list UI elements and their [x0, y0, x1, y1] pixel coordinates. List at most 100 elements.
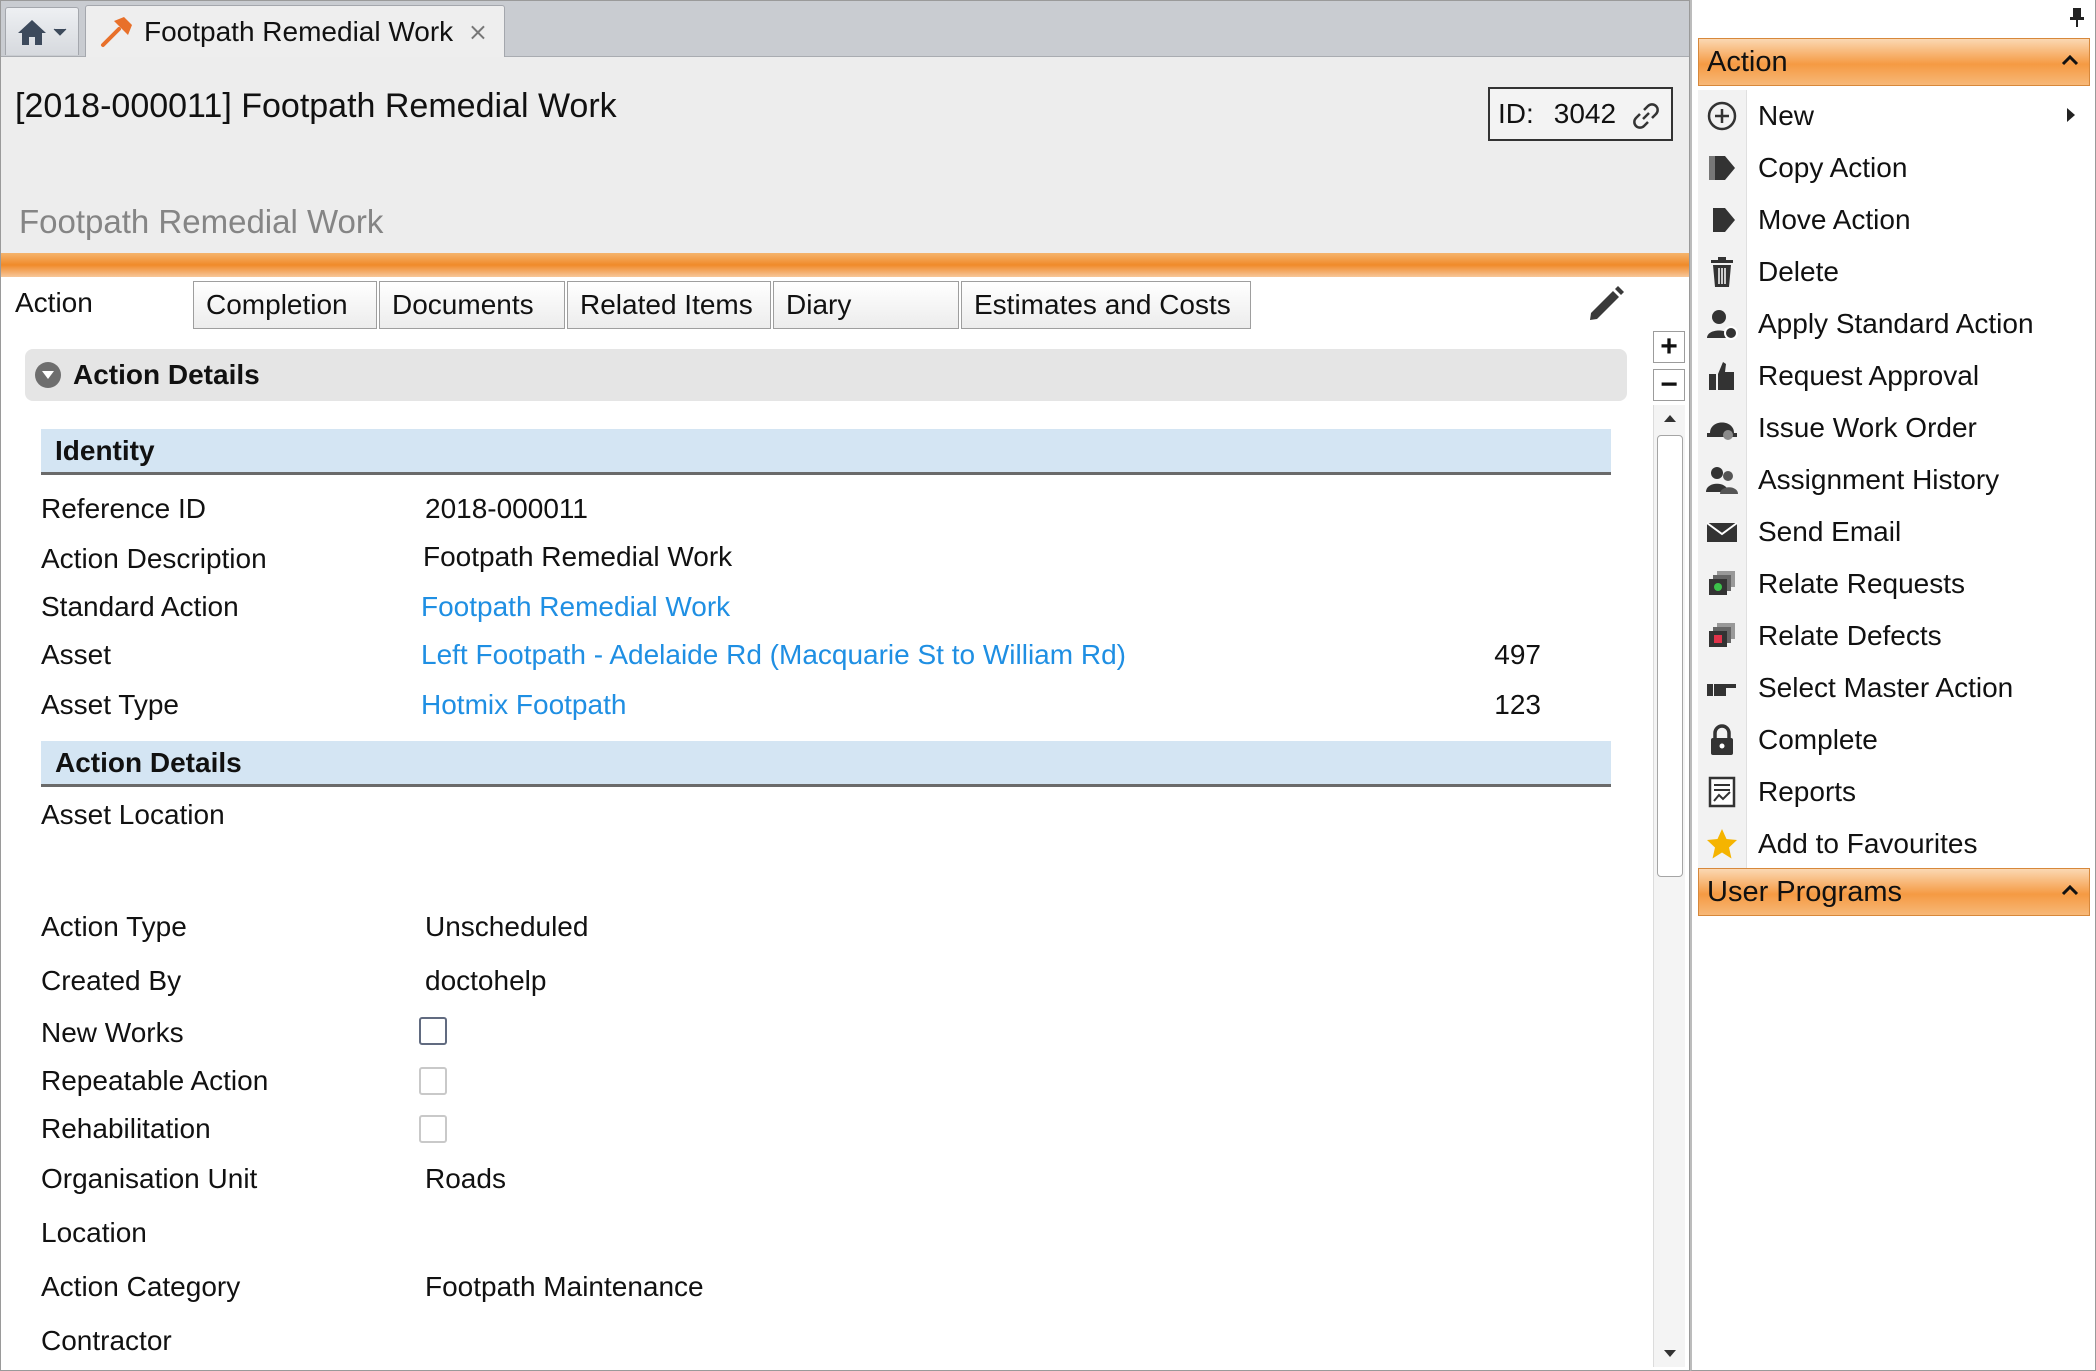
menu-item-add-to-favourites[interactable]: Add to Favourites — [1698, 818, 2090, 870]
stack-green-icon — [1709, 571, 1735, 595]
action-details-group-header: Action Details — [41, 741, 1611, 787]
menu-item-issue-work-order[interactable]: Issue Work Order — [1698, 402, 2090, 454]
action-panel-title: Action — [1707, 45, 1788, 78]
form-content: Action Details Identity Reference ID 201… — [1, 329, 1651, 1370]
reference-id-value: 2018-000011 — [425, 493, 588, 524]
home-icon — [18, 19, 46, 45]
plus-circle-icon — [1707, 101, 1737, 131]
tab-action[interactable]: Action — [1, 277, 191, 329]
collapse-toggle-icon[interactable] — [35, 362, 61, 388]
chevron-up-icon[interactable] — [2061, 53, 2079, 67]
reference-id-label: Reference ID — [41, 493, 206, 524]
user-programs-title: User Programs — [1707, 875, 1902, 908]
menu-item-label: Relate Defects — [1758, 620, 1942, 651]
menu-item-assignment-history[interactable]: Assignment History — [1698, 454, 2090, 506]
scrollbar-thumb[interactable] — [1657, 435, 1683, 877]
action-panel-header[interactable]: Action — [1698, 38, 2090, 86]
thumbs-up-icon — [1709, 362, 1734, 390]
contractor-label: Contractor — [41, 1325, 172, 1356]
envelope-icon — [1706, 522, 1738, 542]
id-label: ID: — [1498, 98, 1534, 129]
tab-completion[interactable]: Completion — [193, 281, 377, 329]
menu-item-relate-requests[interactable]: Relate Requests — [1698, 558, 2090, 610]
menu-item-reports[interactable]: Reports — [1698, 766, 2090, 818]
report-icon — [1708, 776, 1736, 808]
menu-item-send-email[interactable]: Send Email — [1698, 506, 2090, 558]
collapse-all-button[interactable]: − — [1653, 369, 1685, 401]
organisation-unit-value: Roads — [425, 1163, 506, 1194]
location-label: Location — [41, 1217, 147, 1248]
tab-estimates-and-costs[interactable]: Estimates and Costs — [961, 281, 1251, 329]
new-works-label: New Works — [41, 1017, 184, 1048]
menu-item-relate-defects[interactable]: Relate Defects — [1698, 610, 2090, 662]
rehabilitation-label: Rehabilitation — [41, 1113, 211, 1144]
pin-icon[interactable] — [2069, 6, 2085, 28]
record-subtitle: Footpath Remedial Work — [19, 203, 384, 240]
menu-item-apply-standard-action[interactable]: Apply Standard Action — [1698, 298, 2090, 350]
tab-documents[interactable]: Documents — [379, 281, 565, 329]
menu-item-copy-action[interactable]: Copy Action — [1698, 142, 2090, 194]
menu-item-label: Assignment History — [1758, 464, 2000, 495]
stack-red-icon — [1709, 623, 1735, 647]
link-icon[interactable] — [1631, 101, 1661, 131]
lock-icon — [1711, 724, 1733, 755]
action-type-value: Unscheduled — [425, 911, 589, 942]
menu-item-delete[interactable]: Delete — [1698, 246, 2090, 298]
menu-item-label: Complete — [1758, 724, 1878, 755]
main-pane: Footpath Remedial Work × [2018-000011] F… — [0, 0, 1690, 1371]
repeatable-action-checkbox[interactable] — [419, 1067, 447, 1095]
asset-number: 497 — [1494, 639, 1541, 670]
menu-item-label: Add to Favourites — [1758, 828, 1978, 859]
action-category-value: Footpath Maintenance — [425, 1271, 704, 1302]
action-description-label: Action Description — [41, 543, 267, 574]
tab-related-items[interactable]: Related Items — [567, 281, 771, 329]
asset-link[interactable]: Left Footpath - Adelaide Rd (Macquarie S… — [421, 639, 1126, 671]
menu-item-label: New — [1758, 100, 1815, 131]
user-programs-panel-header[interactable]: User Programs — [1698, 868, 2090, 916]
document-tab[interactable]: Footpath Remedial Work × — [85, 5, 505, 58]
menu-item-new[interactable]: New — [1698, 90, 2090, 142]
menu-item-select-master-action[interactable]: Select Master Action — [1698, 662, 2090, 714]
accent-divider — [1, 253, 1689, 277]
scroll-up-arrow-icon[interactable] — [1663, 413, 1677, 423]
organisation-unit-label: Organisation Unit — [41, 1163, 258, 1194]
menu-item-label: Delete — [1758, 256, 1839, 287]
menu-item-request-approval[interactable]: Request Approval — [1698, 350, 2090, 402]
chevron-up-icon[interactable] — [2061, 883, 2079, 897]
hammer-icon — [101, 17, 132, 47]
tab-diary[interactable]: Diary — [773, 281, 959, 329]
scroll-down-arrow-icon[interactable] — [1663, 1349, 1677, 1359]
menu-item-label: Apply Standard Action — [1758, 308, 2034, 339]
move-action-icon — [1713, 208, 1735, 232]
page-title: [2018-000011] Footpath Remedial Work — [15, 87, 617, 125]
star-icon — [1707, 829, 1737, 859]
menu-item-label: Reports — [1758, 776, 1857, 807]
user-gear-icon — [1707, 310, 1738, 340]
trash-icon — [1711, 257, 1733, 287]
pencil-icon[interactable] — [1585, 283, 1625, 323]
action-side-panel: Action New Copy Action Move Action Delet… — [1690, 0, 2096, 1371]
asset-type-number: 123 — [1494, 689, 1541, 720]
menu-item-label: Copy Action — [1758, 152, 1908, 183]
asset-type-link[interactable]: Hotmix Footpath — [421, 689, 626, 721]
hard-hat-icon — [1707, 422, 1737, 440]
menu-item-move-action[interactable]: Move Action — [1698, 194, 2090, 246]
action-details-section-header[interactable]: Action Details — [25, 349, 1627, 401]
action-menu: New Copy Action Move Action Delete Apply… — [1698, 90, 2090, 868]
close-tab-icon[interactable]: × — [468, 18, 488, 46]
pointing-hand-icon — [1707, 684, 1736, 696]
home-menu-button[interactable] — [5, 7, 79, 55]
vertical-scrollbar[interactable] — [1653, 405, 1685, 1367]
expand-all-button[interactable]: + — [1653, 331, 1685, 363]
menu-item-label: Move Action — [1758, 204, 1911, 235]
menu-item-complete[interactable]: Complete — [1698, 714, 2090, 766]
created-by-label: Created By — [41, 965, 182, 996]
new-works-checkbox[interactable] — [419, 1017, 447, 1045]
document-tab-title: Footpath Remedial Work — [144, 16, 454, 47]
standard-action-link[interactable]: Footpath Remedial Work — [421, 591, 730, 623]
menu-item-label: Send Email — [1758, 516, 1902, 547]
menu-item-label: Relate Requests — [1758, 568, 1966, 599]
rehabilitation-checkbox[interactable] — [419, 1115, 447, 1143]
standard-action-label: Standard Action — [41, 591, 239, 622]
asset-type-label: Asset Type — [41, 689, 180, 720]
